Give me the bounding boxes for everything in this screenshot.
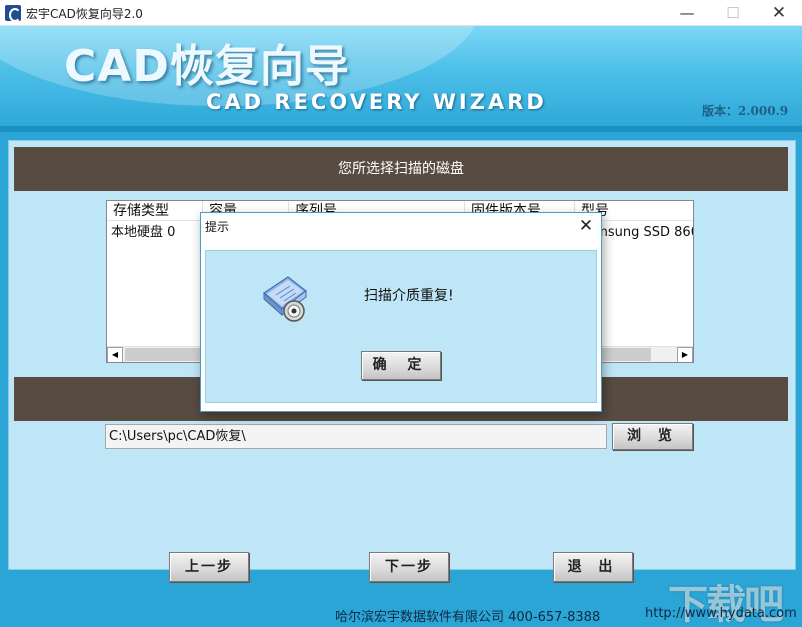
next-step-button[interactable]: 下一步: [369, 552, 449, 582]
app-banner: CAD恢复向导 CAD RECOVERY WIZARD 版本：2.000.9: [0, 26, 802, 126]
maximize-button[interactable]: ☐: [710, 0, 756, 26]
dialog-title: 提示: [205, 220, 230, 234]
dialog-titlebar: 提示 ✕: [201, 213, 601, 239]
window-title: 宏宇CAD恢复向导2.0: [26, 7, 143, 21]
column-header-storage-type[interactable]: 存储类型: [107, 201, 203, 221]
scroll-right-icon[interactable]: ▶: [677, 347, 693, 362]
minimize-button[interactable]: —: [664, 0, 710, 26]
banner-subtitle: CAD RECOVERY WIZARD: [206, 90, 547, 114]
window-titlebar: 宏宇CAD恢复向导2.0 — ☐ ✕: [0, 0, 802, 26]
message-dialog: 提示 ✕ 扫描介质重复! 确 定: [200, 212, 602, 412]
version-label: 版本：: [702, 104, 739, 118]
footer-url[interactable]: http://www.hydata.com: [645, 606, 797, 621]
close-button[interactable]: ✕: [756, 0, 802, 26]
browse-button[interactable]: 浏 览: [612, 423, 693, 450]
dialog-message: 扫描介质重复!: [364, 288, 454, 304]
dialog-body: 扫描介质重复! 确 定: [205, 250, 597, 403]
scroll-left-icon[interactable]: ◀: [107, 347, 123, 362]
exit-button[interactable]: 退 出: [553, 552, 633, 582]
cell-storage-type: 本地硬盘 0: [111, 225, 176, 240]
version-info: 版本：2.000.9: [702, 102, 788, 119]
save-path-input[interactable]: C:\Users\pc\CAD恢复\: [105, 424, 607, 449]
prev-step-button[interactable]: 上一步: [169, 552, 249, 582]
app-icon: [5, 5, 21, 22]
dialog-close-button[interactable]: ✕: [573, 214, 599, 238]
version-number: 2.000.9: [738, 104, 789, 118]
banner-title: CAD恢复向导: [64, 41, 350, 92]
footer-company: 哈尔滨宏宇数据软件有限公司 400-657-8388: [335, 610, 601, 625]
ok-button[interactable]: 确 定: [361, 351, 441, 380]
disk-section-header: 您所选择扫描的磁盘: [14, 147, 788, 191]
info-disk-icon: [258, 271, 314, 327]
